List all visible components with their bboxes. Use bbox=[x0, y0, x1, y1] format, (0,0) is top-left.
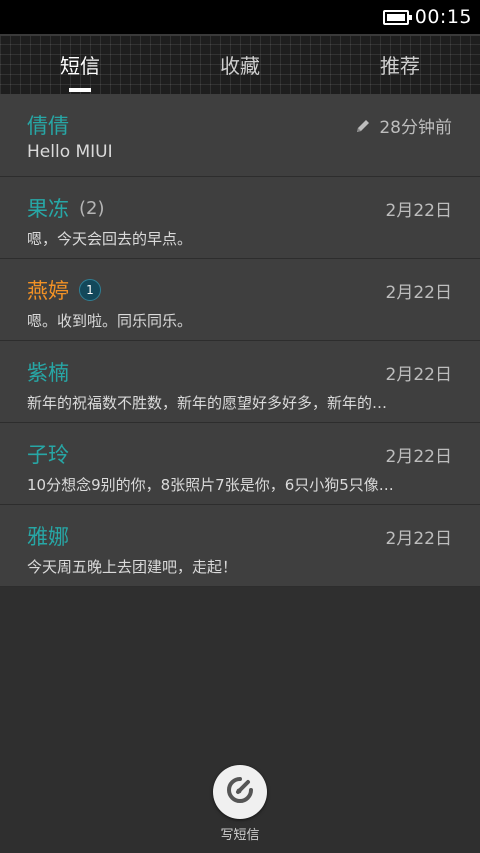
message-preview: 10分想念9别的你，8张照片7张是你，6只小狗5只像… bbox=[27, 476, 394, 494]
message-preview: 嗯。收到啦。同乐同乐。 bbox=[27, 312, 193, 330]
message-time: 28分钟前 bbox=[379, 118, 452, 138]
conversation-row[interactable]: 子玲 2月22日 10分想念9别的你，8张照片7张是你，6只小狗5只像… bbox=[0, 423, 480, 505]
contact-name: 雅娜 bbox=[27, 525, 69, 549]
message-time: 2月22日 bbox=[385, 283, 452, 303]
message-preview: 新年的祝福数不胜数，新年的愿望好多好多，新年的… bbox=[27, 394, 388, 412]
conversation-row[interactable]: 果冻 (2) 2月22日 嗯，今天会回去的早点。 bbox=[0, 177, 480, 259]
contact-name: 倩倩 bbox=[27, 114, 69, 138]
tab-messages-label: 短信 bbox=[60, 53, 100, 78]
unread-badge: 1 bbox=[79, 279, 101, 301]
message-time: 2月22日 bbox=[385, 447, 452, 467]
tab-favorites[interactable]: 收藏 bbox=[160, 34, 320, 94]
conversation-row[interactable]: 雅娜 2月22日 今天周五晚上去团建吧，走起！ bbox=[0, 505, 480, 587]
contact-name: 果冻 bbox=[27, 197, 69, 221]
message-time: 2月22日 bbox=[385, 529, 452, 549]
contact-name: 紫楠 bbox=[27, 361, 69, 385]
compose-icon bbox=[225, 775, 255, 809]
tab-messages[interactable]: 短信 bbox=[0, 34, 160, 94]
conversation-row[interactable]: 倩倩 28分钟前 Hello MIUI bbox=[0, 94, 480, 177]
battery-full-icon bbox=[382, 9, 412, 25]
message-preview: 嗯，今天会回去的早点。 bbox=[27, 230, 193, 248]
compose-button[interactable] bbox=[213, 765, 267, 819]
message-preview: 今天周五晚上去团建吧，走起！ bbox=[27, 558, 238, 576]
tab-bar: 短信 收藏 推荐 bbox=[0, 34, 480, 94]
conversation-list: 倩倩 28分钟前 Hello MIUI 果冻 (2) 2月22日 嗯，今天会回去… bbox=[0, 94, 480, 587]
message-time: 2月22日 bbox=[385, 365, 452, 385]
status-time: 00:15 bbox=[414, 6, 472, 28]
conversation-row[interactable]: 紫楠 2月22日 新年的祝福数不胜数，新年的愿望好多好多，新年的… bbox=[0, 341, 480, 423]
conversation-row[interactable]: 燕婷 1 2月22日 嗯。收到啦。同乐同乐。 bbox=[0, 259, 480, 341]
compose-label: 写短信 bbox=[220, 828, 260, 843]
status-bar: 00:15 bbox=[0, 0, 480, 34]
tab-recommend[interactable]: 推荐 bbox=[320, 34, 480, 94]
draft-pencil-icon bbox=[355, 118, 371, 134]
tab-recommend-label: 推荐 bbox=[380, 53, 420, 78]
contact-name: 燕婷 bbox=[27, 279, 69, 303]
message-preview: Hello MIUI bbox=[27, 142, 113, 162]
contact-name: 子玲 bbox=[27, 443, 69, 467]
tab-favorites-label: 收藏 bbox=[220, 53, 260, 78]
message-count: (2) bbox=[79, 197, 105, 219]
message-time: 2月22日 bbox=[385, 201, 452, 221]
